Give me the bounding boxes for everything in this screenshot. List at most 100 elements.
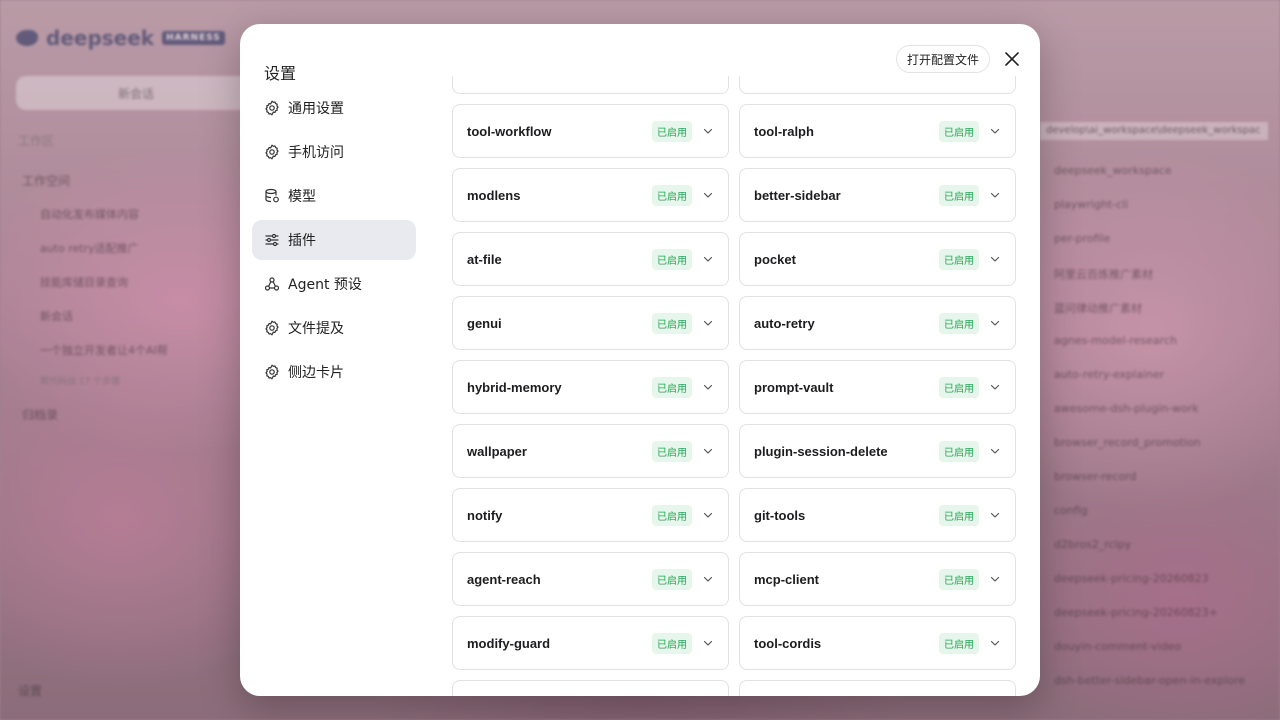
status-badge: 已启用 [939,312,979,334]
file-item[interactable]: douyin-comment-video [1054,640,1181,653]
gear-icon [264,144,280,160]
session-meta: 帮代码战 17 个步骤 [40,377,121,387]
plugin-card[interactable]: modlens 已启用 [452,168,729,222]
status-badge: 已启用 [939,632,979,654]
file-item[interactable]: 蓝问律动推广素材 [1054,300,1142,316]
session-item[interactable]: 一个独立开发者让4个AI帮 [40,342,168,358]
plugin-card[interactable]: agent-reach 已启用 [452,552,729,606]
chevron-down-icon[interactable] [989,189,1001,201]
chevron-down-icon[interactable] [702,317,714,329]
chevron-down-icon[interactable] [989,573,1001,585]
nav-item-label: Agent 预设 [288,277,362,293]
plugin-card[interactable]: tool-ralph 已启用 [739,104,1016,158]
plugin-card[interactable]: git-tools 已启用 [739,488,1016,542]
file-item[interactable]: per-profile [1054,232,1110,245]
status-badge: 已启用 [652,184,692,206]
chevron-down-icon[interactable] [702,573,714,585]
chevron-down-icon[interactable] [702,381,714,393]
plugin-card[interactable]: auto-retry 已启用 [739,296,1016,350]
chevron-down-icon[interactable] [989,317,1001,329]
open-config-button[interactable]: 打开配置文件 [896,45,990,73]
status-badge: 已启用 [652,440,692,462]
close-icon [1005,52,1019,66]
chevron-down-icon[interactable] [989,509,1001,521]
background-settings-link[interactable]: 设置 [18,682,42,699]
status-badge: 已启用 [939,376,979,398]
file-item[interactable]: browser_record_promotion [1054,436,1201,449]
plugin-name: genui [467,315,502,331]
session-item[interactable]: 自动化发布媒体内容 [40,206,139,222]
nav-item-label: 通用设置 [288,101,344,117]
file-item[interactable]: d2bros2_rclpy [1054,538,1131,551]
plugin-name: mcp-client [754,571,820,587]
status-badge: 已启用 [939,504,979,526]
archive-folder[interactable]: 归档录 [22,406,58,423]
file-item[interactable]: dsh-better-sidebar-open-in-explore [1054,674,1245,687]
chevron-down-icon[interactable] [702,189,714,201]
chevron-down-icon[interactable] [989,125,1001,137]
plugin-card[interactable]: plugin-session-delete 已启用 [739,424,1016,478]
chevron-down-icon[interactable] [702,637,714,649]
chevron-down-icon[interactable] [702,253,714,265]
nav-item[interactable]: 手机访问 [252,132,416,172]
chevron-down-icon[interactable] [989,445,1001,457]
file-item[interactable]: deepseek-pricing-20260823+ [1054,606,1218,619]
plugin-card[interactable]: notify 已启用 [452,488,729,542]
status-badge: 已启用 [652,248,692,270]
plugin-card[interactable]: tool-cordis 已启用 [739,616,1016,670]
status-badge: 已启用 [939,568,979,590]
close-button[interactable] [1000,47,1024,71]
session-item[interactable]: 新会话 [40,308,73,324]
plugin-card[interactable] [452,76,729,94]
plugin-card[interactable]: mcp-client 已启用 [739,552,1016,606]
file-item[interactable]: awesome-dsh-plugin-work [1054,402,1199,415]
plugin-card[interactable]: tool-workflow 已启用 [452,104,729,158]
file-item[interactable]: config [1054,504,1088,517]
plugin-card[interactable]: wallpaper 已启用 [452,424,729,478]
plugin-card[interactable]: better-sidebar 已启用 [739,168,1016,222]
plugin-card[interactable]: at-file 已启用 [452,232,729,286]
chevron-down-icon[interactable] [702,125,714,137]
status-badge: 已启用 [939,184,979,206]
chevron-down-icon[interactable] [702,445,714,457]
plugin-card[interactable] [739,76,1016,94]
nav-item[interactable]: 通用设置 [252,88,416,128]
plugin-card[interactable]: prompt-vault 已启用 [739,360,1016,414]
nav-item-label: 模型 [288,189,316,205]
chevron-down-icon[interactable] [989,637,1001,649]
plugin-card[interactable] [739,680,1016,696]
chevron-down-icon[interactable] [989,253,1001,265]
plugin-card[interactable]: pocket 已启用 [739,232,1016,286]
plugin-card[interactable] [452,680,729,696]
file-item[interactable]: browser-record [1054,470,1136,483]
status-badge: 已启用 [652,120,692,142]
nav-item[interactable]: 插件 [252,220,416,260]
gear-icon [264,320,280,336]
workspace-folder[interactable]: 工作空间 [22,172,70,189]
workspace-root[interactable]: deepseek_workspace [1054,164,1172,177]
file-item[interactable]: auto-retry-explainer [1054,368,1164,381]
plugin-card[interactable]: hybrid-memory 已启用 [452,360,729,414]
file-item[interactable]: playwright-cli [1054,198,1128,211]
plugin-list-scroll[interactable]: tool-workflow 已启用 tool-ralph 已启用 modlens 已启用 b… [452,76,1016,696]
file-item[interactable]: agnes-model-research [1054,334,1177,347]
session-item[interactable]: 技能库储目录查询 [40,274,128,290]
plugin-card[interactable]: modify-guard 已启用 [452,616,729,670]
new-chat-button[interactable]: 新会话 [16,76,256,110]
file-item[interactable]: deepseek-pricing-20260823 [1054,572,1209,585]
nav-item[interactable]: 文件提及 [252,308,416,348]
nav-item[interactable]: Agent 预设 [252,264,416,304]
status-badge: 已启用 [652,632,692,654]
plugin-name: pocket [754,251,796,267]
plugin-name: agent-reach [467,571,541,587]
nav-item[interactable]: 侧边卡片 [252,352,416,392]
status-badge: 已启用 [652,568,692,590]
session-item[interactable]: auto retry适配推广 [40,240,139,256]
plugin-name: tool-ralph [754,123,814,139]
plugin-card[interactable]: genui 已启用 [452,296,729,350]
plugin-name: better-sidebar [754,187,841,203]
nav-item[interactable]: 模型 [252,176,416,216]
chevron-down-icon[interactable] [702,509,714,521]
file-item[interactable]: 阿里云百炼推广素材 [1054,266,1153,282]
chevron-down-icon[interactable] [989,381,1001,393]
